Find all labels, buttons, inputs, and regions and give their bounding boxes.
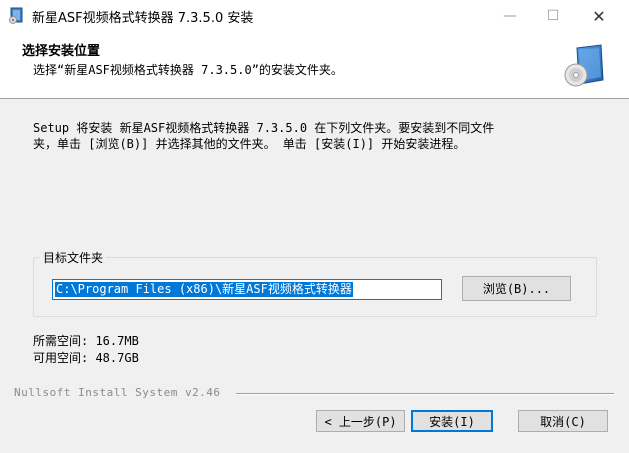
installer-app-icon bbox=[8, 7, 24, 24]
close-button[interactable]: ✕ bbox=[576, 0, 622, 32]
intro-text: Setup 将安装 新星ASF视频格式转换器 7.3.5.0 在下列文件夹。要安… bbox=[33, 121, 495, 151]
page-subtitle: 选择“新星ASF视频格式转换器 7.3.5.0”的安装文件夹。 bbox=[33, 63, 343, 77]
installer-brand: Nullsoft Install System v2.46 bbox=[14, 386, 221, 399]
maximize-button[interactable]: ☐ bbox=[530, 0, 576, 32]
destination-folder-label: 目标文件夹 bbox=[40, 249, 107, 266]
page-title: 选择安装位置 bbox=[22, 44, 101, 59]
cancel-button[interactable]: 取消(C) bbox=[518, 410, 608, 432]
page-body: Setup 将安装 新星ASF视频格式转换器 7.3.5.0 在下列文件夹。要安… bbox=[0, 99, 629, 453]
cd-installer-logo-icon bbox=[563, 44, 608, 89]
destination-path-input[interactable]: C:\Program Files (x86)\新星ASF视频格式转换器 bbox=[52, 279, 442, 300]
title-bar: 新星ASF视频格式转换器 7.3.5.0 安装 — ☐ ✕ bbox=[0, 0, 629, 32]
back-button[interactable]: < 上一步(P) bbox=[316, 410, 405, 432]
destination-path-value: C:\Program Files (x86)\新星ASF视频格式转换器 bbox=[55, 282, 353, 297]
install-button[interactable]: 安装(I) bbox=[411, 410, 493, 432]
window-title: 新星ASF视频格式转换器 7.3.5.0 安装 bbox=[32, 11, 254, 26]
footer-divider bbox=[236, 393, 614, 395]
page-header: 选择安装位置 选择“新星ASF视频格式转换器 7.3.5.0”的安装文件夹。 bbox=[0, 32, 629, 99]
space-required: 所需空间: 16.7MB bbox=[33, 334, 139, 348]
minimize-button[interactable]: — bbox=[487, 0, 533, 32]
space-available: 可用空间: 48.7GB bbox=[33, 351, 139, 365]
browse-button[interactable]: 浏览(B)... bbox=[462, 276, 571, 301]
